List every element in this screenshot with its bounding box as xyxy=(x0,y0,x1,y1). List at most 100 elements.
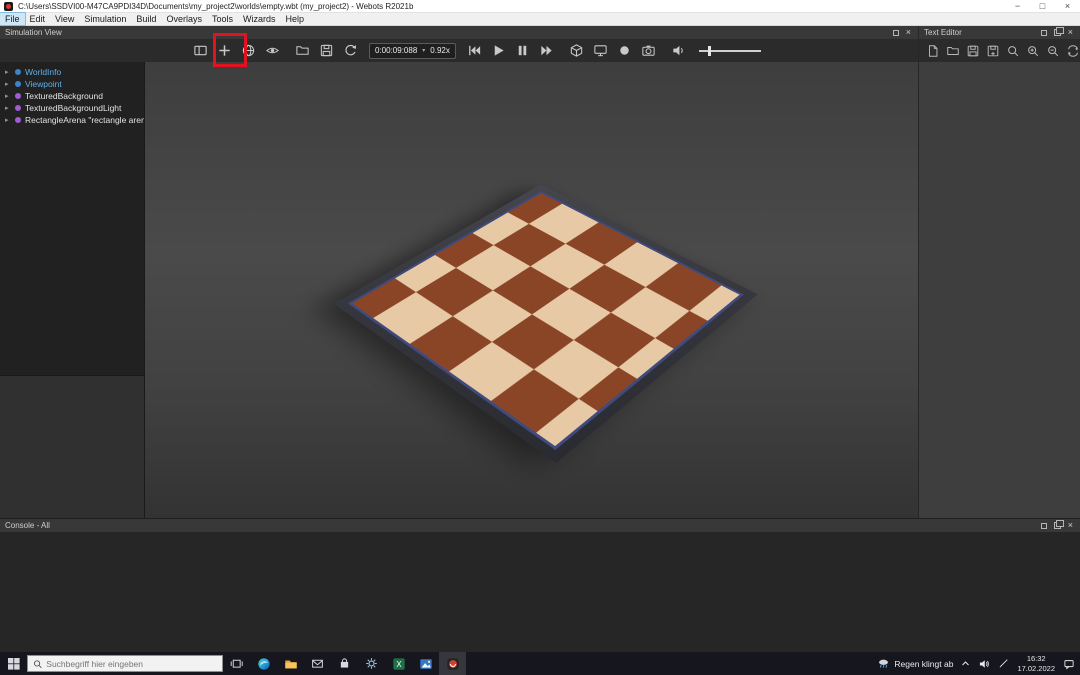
simulation-speed: 0.92x xyxy=(430,46,450,55)
expand-arrow-icon[interactable]: ▸ xyxy=(5,92,11,100)
taskbar-app-settings[interactable] xyxy=(358,652,385,675)
save-as-button[interactable] xyxy=(984,41,1002,60)
chevron-up-icon xyxy=(961,659,970,668)
chevron-down-icon: ▾ xyxy=(422,47,425,54)
fullscreen-toggle-button[interactable] xyxy=(589,40,613,61)
tray-volume-button[interactable] xyxy=(978,658,990,670)
console-title: Console - All xyxy=(0,521,50,530)
open-world-button[interactable] xyxy=(290,40,314,61)
menu-simulation[interactable]: Simulation xyxy=(79,13,131,25)
text-editor-content[interactable] xyxy=(918,62,1080,518)
replace-icon xyxy=(1066,44,1080,58)
taskbar-app-edge[interactable] xyxy=(250,652,277,675)
dock-close-icon[interactable]: × xyxy=(1068,522,1073,529)
skip-to-start-icon xyxy=(467,43,482,58)
taskbar-app-mail[interactable] xyxy=(304,652,331,675)
taskbar-app-microsoft-store[interactable] xyxy=(331,652,358,675)
taskbar-app-photos[interactable] xyxy=(412,652,439,675)
rendering-toggle-button[interactable] xyxy=(565,40,589,61)
expand-arrow-icon[interactable]: ▸ xyxy=(5,104,11,112)
console-output[interactable] xyxy=(0,532,1080,652)
pause-button[interactable] xyxy=(511,40,535,61)
movie-record-button[interactable] xyxy=(613,40,637,61)
scene-tree-toggle-button[interactable] xyxy=(188,40,212,61)
zoom-in-button[interactable] xyxy=(1024,41,1042,60)
reload-world-button[interactable] xyxy=(338,40,362,61)
tree-item-texturedbackground[interactable]: ▸ TexturedBackground xyxy=(0,90,144,102)
restore-viewpoint-button[interactable] xyxy=(260,40,284,61)
checkerboard-floor xyxy=(348,191,744,450)
menu-tools[interactable]: Tools xyxy=(207,13,238,25)
dock-float-icon[interactable] xyxy=(893,30,899,36)
zoom-out-button[interactable] xyxy=(1044,41,1062,60)
menu-build[interactable]: Build xyxy=(131,13,161,25)
node-icon xyxy=(15,105,21,111)
menu-wizards[interactable]: Wizards xyxy=(238,13,281,25)
field-editor-pane xyxy=(0,375,144,518)
tree-item-viewpoint[interactable]: ▸ Viewpoint xyxy=(0,78,144,90)
real-time-play-button[interactable] xyxy=(487,40,511,61)
system-tray: Regen klingt ab 16:32 17.02.2022 xyxy=(877,654,1080,673)
taskbar-app-webots[interactable] xyxy=(439,652,466,675)
expand-arrow-icon[interactable]: ▸ xyxy=(5,80,11,88)
start-button[interactable] xyxy=(0,652,27,675)
find-button[interactable] xyxy=(1004,41,1022,60)
windows-ink-button[interactable] xyxy=(998,658,1009,669)
taskbar-search[interactable] xyxy=(27,655,223,672)
minimize-button[interactable]: − xyxy=(1005,0,1030,13)
3d-viewport[interactable] xyxy=(144,62,918,518)
menu-view[interactable]: View xyxy=(50,13,79,25)
menu-file[interactable]: File xyxy=(0,13,25,25)
taskbar-clock[interactable]: 16:32 17.02.2022 xyxy=(1017,654,1055,673)
close-button[interactable]: × xyxy=(1055,0,1080,13)
new-file-button[interactable] xyxy=(924,41,942,60)
dock-restore-icon[interactable] xyxy=(1054,29,1061,36)
save-button[interactable] xyxy=(964,41,982,60)
dock-close-icon[interactable]: × xyxy=(906,29,911,36)
dock-restore-icon[interactable] xyxy=(1054,522,1061,529)
taskbar-app-file-explorer[interactable] xyxy=(277,652,304,675)
replace-button[interactable] xyxy=(1064,41,1080,60)
fast-forward-button[interactable] xyxy=(535,40,559,61)
taskbar-weather[interactable]: Regen klingt ab xyxy=(877,657,953,670)
text-editor-dock-controls: × xyxy=(1041,29,1080,36)
play-icon xyxy=(491,43,506,58)
expand-arrow-icon[interactable]: ▸ xyxy=(5,116,11,124)
tree-item-rectanglearena[interactable]: ▸ RectangleArena "rectangle arena" xyxy=(0,114,144,126)
volume-slider-handle[interactable] xyxy=(708,46,711,56)
sound-toggle-button[interactable] xyxy=(667,40,691,61)
reset-simulation-button[interactable] xyxy=(463,40,487,61)
screenshot-button[interactable] xyxy=(637,40,661,61)
task-view-button[interactable] xyxy=(223,652,250,675)
arena-scene xyxy=(145,62,918,518)
folder-icon xyxy=(295,43,310,58)
dock-minimize-icon[interactable] xyxy=(1041,523,1047,529)
simulation-view-dock-controls: × xyxy=(893,29,918,36)
menu-help[interactable]: Help xyxy=(280,13,309,25)
maximize-button[interactable]: □ xyxy=(1030,0,1055,13)
expand-arrow-icon[interactable]: ▸ xyxy=(5,68,11,76)
open-file-button[interactable] xyxy=(944,41,962,60)
taskbar-app-excel[interactable]: X xyxy=(385,652,412,675)
tree-item-texturedbackgroundlight[interactable]: ▸ TexturedBackgroundLight xyxy=(0,102,144,114)
tree-item-worldinfo[interactable]: ▸ WorldInfo xyxy=(0,66,144,78)
hidden-icons-button[interactable] xyxy=(961,659,970,668)
rectangle-arena xyxy=(334,184,758,463)
dock-minimize-icon[interactable] xyxy=(1041,30,1047,36)
text-editor-title: Text Editor xyxy=(919,28,962,37)
camera-icon xyxy=(641,43,656,58)
simulation-time-display[interactable]: 0:00:09:088 ▾ 0.92x xyxy=(369,43,456,59)
volume-slider[interactable] xyxy=(699,40,761,61)
save-world-button[interactable] xyxy=(314,40,338,61)
menu-overlays[interactable]: Overlays xyxy=(161,13,207,25)
dock-close-icon[interactable]: × xyxy=(1068,29,1073,36)
search-input[interactable] xyxy=(46,659,217,669)
workspace: Simulation View × Text Editor × xyxy=(0,26,1080,652)
menu-edit[interactable]: Edit xyxy=(25,13,51,25)
panel-toggle-icon xyxy=(193,43,208,58)
action-center-button[interactable] xyxy=(1063,658,1075,670)
scene-tree: ▸ WorldInfo ▸ Viewpoint ▸ TexturedBackgr… xyxy=(0,62,144,375)
clock-date: 17.02.2022 xyxy=(1017,664,1055,673)
weather-text: Regen klingt ab xyxy=(894,659,953,669)
photos-icon xyxy=(419,657,433,671)
